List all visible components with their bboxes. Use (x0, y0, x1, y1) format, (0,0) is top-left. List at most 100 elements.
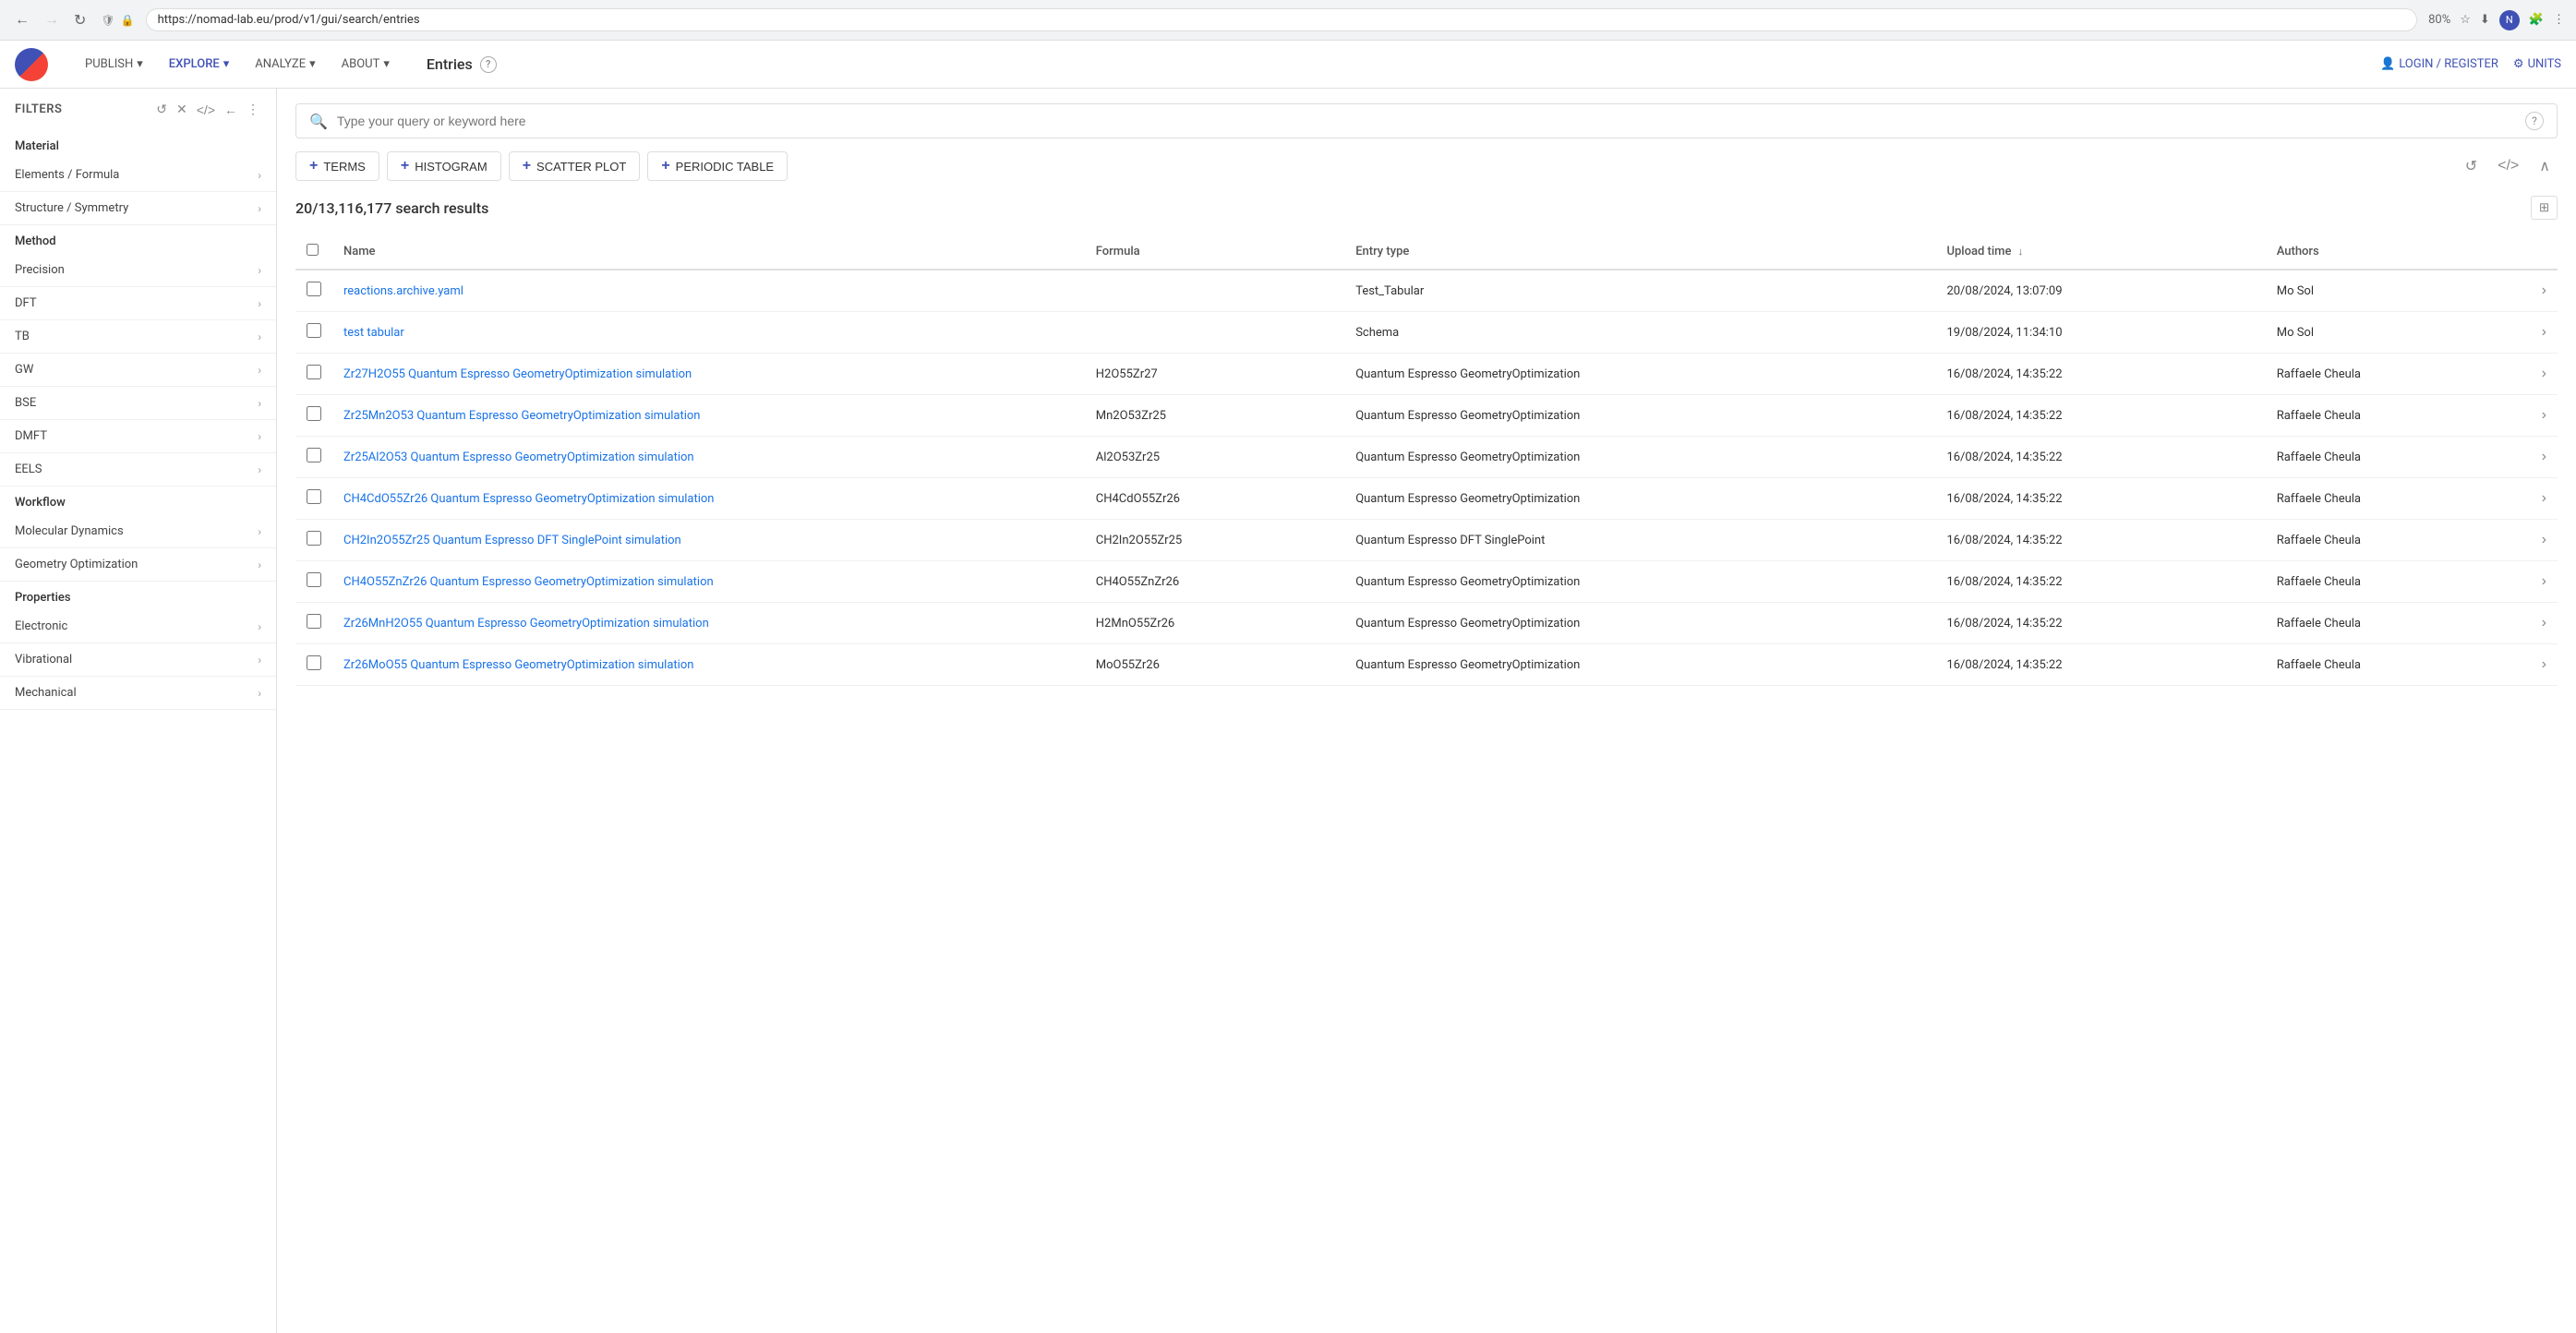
more-filters-button[interactable]: ⋮ (245, 100, 261, 119)
row-checkbox[interactable] (307, 323, 321, 338)
row-navigate-button[interactable]: › (2542, 615, 2546, 631)
row-checkbox[interactable] (307, 448, 321, 462)
row-navigate-cell: › (2521, 270, 2558, 312)
search-input[interactable] (337, 114, 2516, 128)
filter-bse[interactable]: BSE › (0, 387, 276, 420)
row-checkbox[interactable] (307, 614, 321, 629)
terms-button[interactable]: + TERMS (295, 151, 379, 181)
nav-explore[interactable]: EXPLORE ▾ (158, 52, 240, 77)
row-navigate-button[interactable]: › (2542, 366, 2546, 382)
search-help-icon[interactable]: ? (2525, 112, 2544, 130)
filter-gw[interactable]: GW › (0, 354, 276, 387)
nav-about[interactable]: ABOUT ▾ (331, 52, 401, 77)
row-entry-type: Quantum Espresso DFT SinglePoint (1344, 520, 1935, 561)
row-checkbox[interactable] (307, 365, 321, 379)
code-view-button[interactable]: </> (195, 100, 217, 119)
filter-tb[interactable]: TB › (0, 320, 276, 354)
row-checkbox-cell (295, 270, 332, 312)
filter-label: Molecular Dynamics (15, 524, 124, 538)
filter-mechanical[interactable]: Mechanical › (0, 677, 276, 710)
row-formula: CH4CdO55Zr26 (1085, 478, 1344, 520)
row-entry-type: Quantum Espresso GeometryOptimization (1344, 603, 1935, 644)
row-navigate-button[interactable]: › (2542, 449, 2546, 465)
login-button[interactable]: 👤 LOGIN / REGISTER (2380, 57, 2498, 71)
filter-molecular-dynamics[interactable]: Molecular Dynamics › (0, 515, 276, 548)
th-upload-time[interactable]: Upload time ↓ (1935, 234, 2265, 270)
filter-dft[interactable]: DFT › (0, 287, 276, 320)
row-checkbox-cell (295, 478, 332, 520)
row-checkbox[interactable] (307, 531, 321, 546)
table-row: Zr27H2O55 Quantum Espresso GeometryOptim… (295, 354, 2558, 395)
row-navigate-cell: › (2521, 437, 2558, 478)
filter-vibrational[interactable]: Vibrational › (0, 643, 276, 677)
row-navigate-button[interactable]: › (2542, 324, 2546, 341)
back-filters-button[interactable]: ← (223, 100, 239, 119)
row-formula: H2O55Zr27 (1085, 354, 1344, 395)
table-row: CH4CdO55Zr26 Quantum Espresso GeometryOp… (295, 478, 2558, 520)
row-navigate-button[interactable]: › (2542, 407, 2546, 424)
filter-label: DFT (15, 296, 37, 310)
chevron-down-icon: ▾ (137, 57, 143, 71)
filter-label: Geometry Optimization (15, 558, 138, 571)
row-navigate-button[interactable]: › (2542, 573, 2546, 590)
browser-actions: 80% ☆ ⬇ N 🧩 ⋮ (2428, 10, 2565, 30)
results-table: Name Formula Entry type Upload time ↓ Au… (295, 234, 2558, 686)
filter-precision[interactable]: Precision › (0, 254, 276, 287)
row-navigate-button[interactable]: › (2542, 282, 2546, 299)
filter-dmft[interactable]: DMFT › (0, 420, 276, 453)
reset-query-button[interactable]: ↺ (2458, 153, 2485, 179)
nav-analyze[interactable]: ANALYZE ▾ (244, 52, 326, 77)
row-checkbox-cell (295, 312, 332, 354)
row-formula: H2MnO55Zr26 (1085, 603, 1344, 644)
row-entry-type: Quantum Espresso GeometryOptimization (1344, 644, 1935, 686)
nav-publish[interactable]: PUBLISH ▾ (74, 52, 154, 77)
row-navigate-button[interactable]: › (2542, 656, 2546, 673)
address-bar[interactable]: https://nomad-lab.eu/prod/v1/gui/search/… (146, 8, 2418, 31)
clear-filters-button[interactable]: ✕ (175, 100, 189, 119)
row-navigate-button[interactable]: › (2542, 490, 2546, 507)
filter-geometry-optimization[interactable]: Geometry Optimization › (0, 548, 276, 582)
filters-header-actions: ↺ ✕ </> ← ⋮ (154, 100, 261, 119)
forward-button[interactable]: → (41, 8, 63, 32)
row-checkbox-cell (295, 395, 332, 437)
row-checkbox[interactable] (307, 655, 321, 670)
row-checkbox[interactable] (307, 489, 321, 504)
collapse-toolbar-button[interactable]: ∧ (2532, 153, 2558, 179)
periodic-table-button[interactable]: + PERIODIC TABLE (647, 151, 788, 181)
table-row: Zr26MoO55 Quantum Espresso GeometryOptim… (295, 644, 2558, 686)
filter-elements-formula[interactable]: Elements / Formula › (0, 159, 276, 192)
filter-label: EELS (15, 462, 42, 476)
row-entry-type: Quantum Espresso GeometryOptimization (1344, 395, 1935, 437)
help-icon[interactable]: ? (480, 56, 497, 73)
units-button[interactable]: ⚙ UNITS (2513, 57, 2561, 71)
histogram-button[interactable]: + HISTOGRAM (387, 151, 501, 181)
chevron-right-icon: › (258, 264, 261, 277)
code-query-button[interactable]: </> (2490, 154, 2526, 178)
reload-button[interactable]: ↻ (70, 7, 90, 33)
back-button[interactable]: ← (11, 8, 33, 32)
row-upload-time: 16/08/2024, 14:35:22 (1935, 520, 2265, 561)
row-checkbox[interactable] (307, 406, 321, 421)
sort-desc-icon: ↓ (2018, 246, 2024, 258)
filter-eels[interactable]: EELS › (0, 453, 276, 486)
grid-view-button[interactable]: ⊞ (2531, 196, 2558, 220)
row-navigate-cell: › (2521, 354, 2558, 395)
row-authors: Raffaele Cheula (2266, 561, 2521, 603)
filter-label: DMFT (15, 429, 47, 443)
filter-structure-symmetry[interactable]: Structure / Symmetry › (0, 192, 276, 225)
row-name: CH4O55ZnZr26 Quantum Espresso GeometryOp… (332, 561, 1085, 603)
row-name: Zr25Mn2O53 Quantum Espresso GeometryOpti… (332, 395, 1085, 437)
select-all-checkbox[interactable] (307, 244, 319, 256)
row-navigate-button[interactable]: › (2542, 532, 2546, 548)
results-count-text: 20/13,116,177 search results (295, 199, 488, 217)
filter-label: TB (15, 330, 30, 343)
row-checkbox[interactable] (307, 572, 321, 587)
header-right: 👤 LOGIN / REGISTER ⚙ UNITS (2380, 57, 2561, 71)
row-navigate-cell: › (2521, 520, 2558, 561)
filter-label: Precision (15, 263, 65, 277)
row-checkbox[interactable] (307, 282, 321, 296)
scatter-plot-button[interactable]: + SCATTER PLOT (509, 151, 641, 181)
filter-electronic[interactable]: Electronic › (0, 610, 276, 643)
reset-filters-button[interactable]: ↺ (154, 100, 169, 119)
row-upload-time: 16/08/2024, 14:35:22 (1935, 603, 2265, 644)
